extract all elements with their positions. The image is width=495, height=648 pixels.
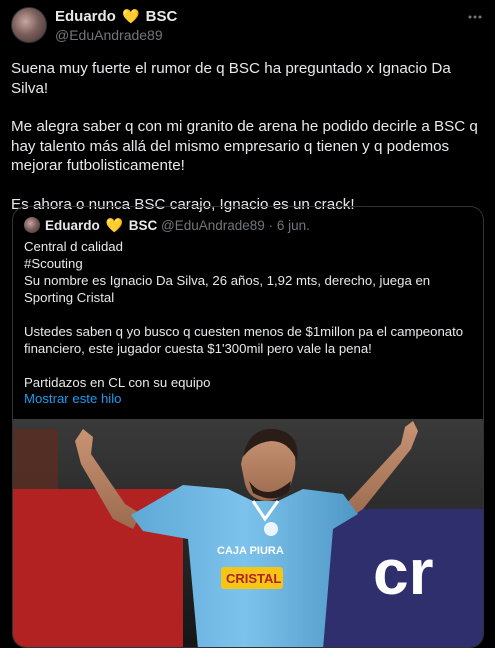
- quoted-block-3: Partidazos en CL con su equipo: [24, 375, 211, 390]
- author-name-suffix: BSC: [145, 8, 178, 25]
- jersey-sponsor-text: CAJA PIURA: [217, 545, 284, 557]
- background-board-text: cr: [373, 536, 434, 608]
- quoted-line-3: Su nombre es Ignacio Da Silva, 26 años, …: [24, 273, 431, 305]
- player-photo-svg: cr CAJA PIURA CRISTAL: [13, 419, 483, 647]
- quoted-separator: ·: [268, 218, 274, 233]
- jersey-crest: [264, 522, 278, 536]
- quoted-line-1: Central d calidad: [24, 239, 123, 254]
- author-name[interactable]: Eduardo 💛 BSC: [55, 8, 177, 25]
- heart-emoji-icon: 💛: [122, 8, 140, 24]
- quoted-author-name: Eduardo: [45, 218, 100, 233]
- tweet[interactable]: Eduardo 💛 BSC @EduAndrade89 Suena muy fu…: [0, 0, 495, 648]
- quoted-line-2: #Scouting: [24, 256, 83, 271]
- quoted-author-suffix: BSC: [128, 218, 158, 233]
- quoted-handle: @EduAndrade89: [161, 218, 265, 233]
- author-name-text: Eduardo: [55, 8, 116, 25]
- tweet-paragraph-2: Me alegra saber q con mi granito de aren…: [11, 118, 478, 174]
- show-thread-link[interactable]: Mostrar este hilo: [24, 391, 121, 406]
- quoted-block-2: Ustedes saben q yo busco q cuesten menos…: [24, 324, 464, 356]
- crowd-figure: [13, 429, 58, 489]
- author-handle[interactable]: @EduAndrade89: [55, 27, 163, 43]
- quoted-date: 6 jun.: [276, 218, 310, 233]
- jersey-brand-text: CRISTAL: [226, 571, 281, 586]
- player-photo[interactable]: cr CAJA PIURA CRISTAL: [13, 419, 483, 647]
- more-dots-icon[interactable]: [466, 8, 484, 26]
- tweet-paragraph-1: Suena muy fuerte el rumor de q BSC ha pr…: [11, 60, 451, 97]
- quoted-tweet[interactable]: Eduardo 💛 BSC @EduAndrade89 · 6 jun. Cen…: [12, 206, 484, 648]
- quoted-text: Central d calidad #Scouting Su nombre es…: [24, 238, 474, 408]
- quoted-heart-emoji-icon: 💛: [105, 217, 123, 233]
- quoted-block-1: Central d calidad #Scouting Su nombre es…: [24, 238, 474, 306]
- author-avatar[interactable]: [11, 7, 47, 43]
- more-dots-svg: [468, 15, 482, 19]
- quoted-author-avatar: [24, 217, 40, 233]
- quoted-header: Eduardo 💛 BSC @EduAndrade89 · 6 jun.: [45, 217, 310, 234]
